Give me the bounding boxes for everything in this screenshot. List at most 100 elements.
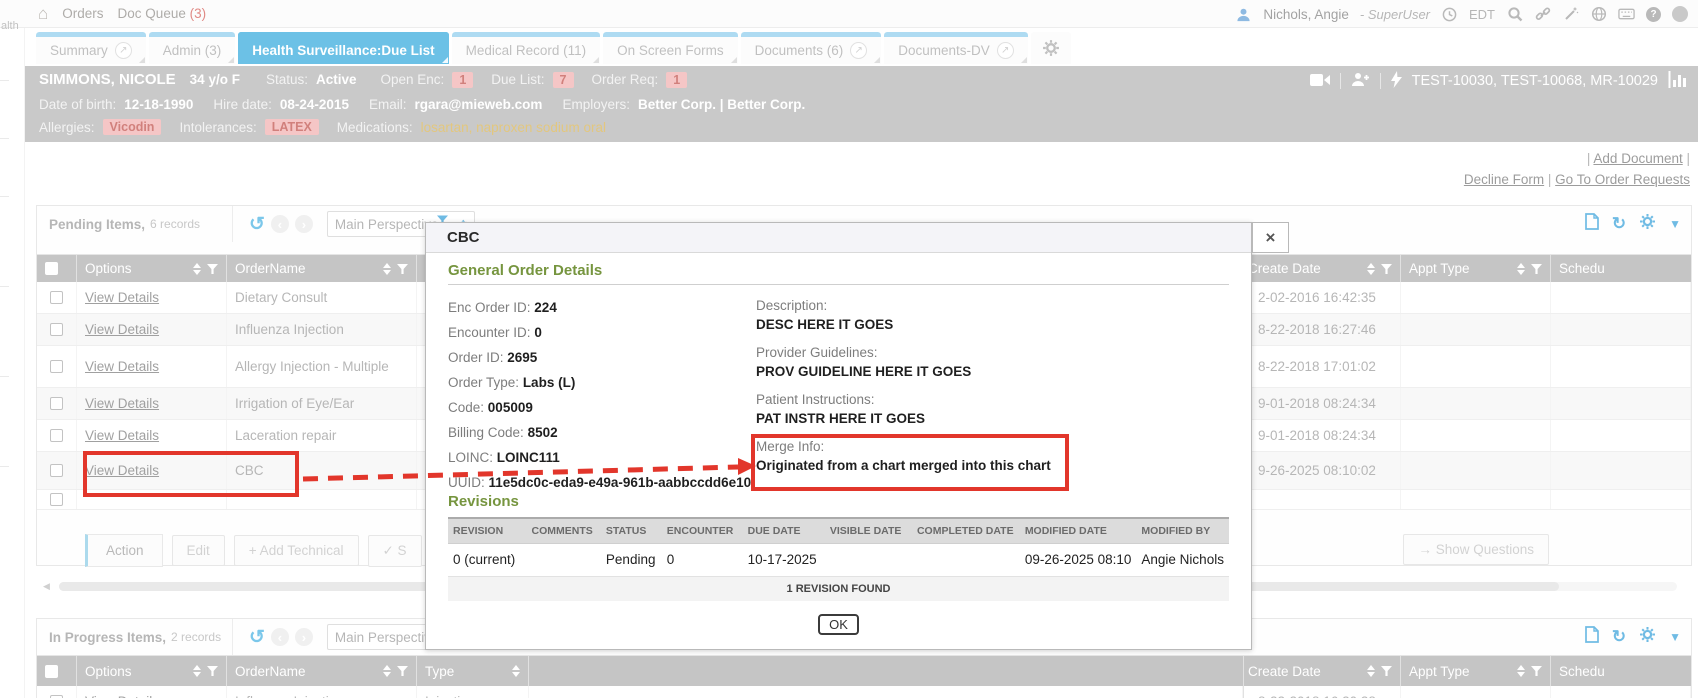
grid-settings-gear-icon[interactable] — [1639, 213, 1656, 235]
breadcrumb-doc-queue[interactable]: Doc Queue (3) — [118, 6, 207, 21]
due-list-badge[interactable]: 7 — [553, 72, 574, 88]
refresh-icon[interactable]: ↻ — [1612, 214, 1626, 234]
view-details-link[interactable]: View Details — [85, 428, 159, 443]
prev-icon[interactable]: ‹ — [271, 628, 289, 646]
prev-icon[interactable]: ‹ — [271, 215, 289, 233]
add-document-link[interactable]: Add Document — [1593, 151, 1682, 166]
open-enc-badge[interactable]: 1 — [452, 72, 473, 88]
row-checkbox[interactable] — [50, 360, 63, 373]
tab-on-screen-forms[interactable]: On Screen Forms — [603, 32, 738, 64]
sort-icon[interactable] — [193, 263, 201, 275]
order-req-badge[interactable]: 1 — [666, 72, 687, 88]
chart-stats-icon[interactable] — [1668, 71, 1688, 91]
filter-icon[interactable] — [1531, 264, 1542, 274]
next-icon[interactable]: › — [295, 628, 313, 646]
row-checkbox[interactable] — [50, 429, 63, 442]
patient-employers: Better Corp. | Better Corp. — [638, 97, 805, 112]
order-details-dialog: CBC × General Order Details Enc Order ID… — [425, 222, 1252, 650]
allergy-badge[interactable]: Vicodin — [103, 119, 162, 135]
refresh-icon[interactable]: ↻ — [1612, 627, 1626, 647]
row-checkbox[interactable] — [50, 291, 63, 304]
doc-queue-count: (3) — [190, 6, 207, 21]
filter-icon[interactable] — [207, 264, 218, 274]
filter-icon[interactable] — [1381, 264, 1392, 274]
patient-medications[interactable]: losartan, naproxen sodium oral — [421, 120, 606, 135]
edit-button[interactable]: Edit — [172, 535, 225, 566]
sort-icon[interactable] — [1367, 665, 1375, 677]
show-questions-button[interactable]: → Show Questions — [1403, 534, 1549, 565]
intolerance-badge[interactable]: LATEX — [265, 119, 319, 135]
filter-icon[interactable] — [1381, 666, 1392, 676]
popout-icon[interactable]: ↗ — [850, 42, 867, 59]
undo-icon[interactable]: ↺ — [249, 213, 265, 236]
globe-icon[interactable] — [1590, 6, 1607, 23]
collapse-icon[interactable]: ▼ — [1669, 217, 1681, 231]
grid-settings-gear-icon[interactable] — [1639, 626, 1656, 648]
add-person-icon[interactable] — [1351, 72, 1370, 90]
row-checkbox[interactable] — [50, 397, 63, 410]
add-technical-button[interactable]: + Add Technical — [234, 535, 359, 566]
order-id-value: 2695 — [507, 350, 537, 365]
sort-icon[interactable] — [193, 665, 201, 677]
quick-action-bolt-icon[interactable] — [1391, 71, 1402, 91]
breadcrumb-orders[interactable]: Orders — [62, 6, 103, 21]
user-name[interactable]: Nichols, Angie — [1263, 7, 1349, 22]
view-details-link[interactable]: View Details — [85, 359, 159, 374]
view-details-link[interactable]: View Details — [85, 290, 159, 305]
row-checkbox[interactable] — [50, 323, 63, 336]
view-details-link[interactable]: View Details — [85, 694, 159, 698]
video-camera-icon[interactable] — [1310, 73, 1330, 90]
sort-icon[interactable] — [1367, 263, 1375, 275]
sort-icon[interactable] — [383, 665, 391, 677]
search-icon[interactable] — [1506, 6, 1523, 23]
patient-name: SIMMONS, NICOLE — [39, 71, 176, 88]
avatar[interactable] — [1672, 6, 1688, 22]
view-details-link[interactable]: View Details — [85, 463, 159, 478]
next-icon[interactable]: › — [295, 215, 313, 233]
filter-icon[interactable] — [1531, 666, 1542, 676]
help-icon[interactable]: ? — [1646, 7, 1661, 22]
undo-icon[interactable]: ↺ — [249, 626, 265, 649]
select-all-checkbox[interactable] — [45, 262, 58, 275]
filter-icon[interactable] — [397, 264, 408, 274]
sort-icon[interactable] — [1517, 665, 1525, 677]
section-revisions: Revisions — [448, 493, 1229, 510]
sort-icon[interactable] — [1517, 263, 1525, 275]
confirm-button[interactable]: ✓ S — [368, 535, 422, 567]
popout-icon[interactable]: ↗ — [115, 42, 132, 59]
sort-icon[interactable] — [512, 665, 520, 677]
go-to-order-requests-link[interactable]: Go To Order Requests — [1555, 172, 1690, 187]
revisions-table: REVISIONCOMMENTS STATUSENCOUNTER DUE DAT… — [448, 517, 1229, 577]
sort-icon[interactable] — [383, 263, 391, 275]
tab-admin[interactable]: Admin (3) — [149, 32, 236, 64]
tab-summary[interactable]: Summary ↗ — [36, 32, 146, 64]
new-document-icon[interactable] — [1585, 626, 1599, 648]
select-all-checkbox[interactable] — [45, 665, 58, 678]
new-document-icon[interactable] — [1585, 213, 1599, 235]
action-menu[interactable]: Action — [85, 534, 163, 567]
row-checkbox[interactable] — [50, 493, 63, 506]
filter-icon[interactable] — [207, 666, 218, 676]
wand-icon[interactable] — [1562, 6, 1579, 23]
filter-icon[interactable] — [397, 666, 408, 676]
decline-form-link[interactable]: Decline Form — [1464, 172, 1544, 187]
tab-settings-gear-icon[interactable] — [1031, 32, 1071, 64]
row-checkbox[interactable] — [50, 464, 63, 477]
home-icon[interactable]: ⌂ — [38, 5, 48, 22]
timezone-label: EDT — [1469, 7, 1495, 22]
revision-count-footer: 1 REVISION FOUND — [448, 577, 1229, 601]
tab-documents[interactable]: Documents (6) ↗ — [741, 32, 882, 64]
tab-documents-dv[interactable]: Documents-DV ↗ — [884, 32, 1028, 64]
table-row: View Details Influenza Injection Injecti… — [37, 686, 1691, 698]
close-icon[interactable]: × — [1252, 222, 1289, 253]
popout-icon[interactable]: ↗ — [997, 42, 1014, 59]
tab-health-surveillance-due-list[interactable]: Health Surveillance:Due List — [238, 32, 448, 64]
view-details-link[interactable]: View Details — [85, 396, 159, 411]
keyboard-icon[interactable] — [1618, 6, 1635, 23]
link-icon[interactable] — [1534, 6, 1551, 23]
ok-button[interactable]: OK — [818, 614, 859, 635]
tab-medical-record[interactable]: Medical Record (11) — [452, 32, 601, 64]
scroll-left-icon[interactable]: ◀ — [43, 581, 50, 592]
collapse-icon[interactable]: ▼ — [1669, 630, 1681, 644]
view-details-link[interactable]: View Details — [85, 322, 159, 337]
